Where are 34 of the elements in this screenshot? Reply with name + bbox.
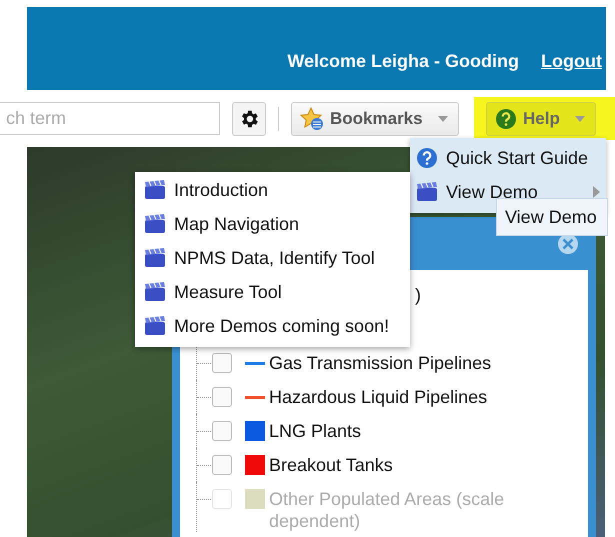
- caret-icon: [438, 116, 448, 122]
- menu-item[interactable]: Measure Tool: [135, 275, 410, 309]
- layer-label: Breakout Tanks: [269, 454, 394, 476]
- layer-checkbox[interactable]: [212, 353, 232, 373]
- layer-checkbox[interactable]: [212, 387, 232, 407]
- clapperboard-icon: [416, 182, 438, 202]
- question-icon: [416, 147, 438, 169]
- search-field[interactable]: ch term: [0, 102, 220, 135]
- layer-label: Other Populated Areas (scale dependent): [269, 488, 506, 532]
- star-icon: [300, 106, 324, 130]
- layer-label: LNG Plants: [269, 420, 362, 442]
- menu-item[interactable]: Introduction: [135, 173, 410, 207]
- layer-label: Hazardous Liquid Pipelines: [269, 386, 488, 408]
- menu-item[interactable]: Quick Start Guide: [410, 141, 606, 175]
- caret-icon: [575, 116, 585, 122]
- question-icon: [495, 108, 517, 130]
- logout-link[interactable]: Logout: [541, 51, 602, 72]
- menu-item[interactable]: Map Navigation: [135, 207, 410, 241]
- layer-checkbox[interactable]: [212, 421, 232, 441]
- menu-item[interactable]: More Demos coming soon!: [135, 309, 410, 343]
- clapperboard-icon: [144, 282, 166, 302]
- layer-label: Gas Transmission Pipelines: [269, 352, 492, 374]
- clapperboard-icon: [144, 214, 166, 234]
- clapperboard-icon: [144, 248, 166, 268]
- settings-button[interactable]: [232, 102, 266, 136]
- welcome-text: Welcome Leigha - Gooding: [287, 51, 520, 72]
- menu-item[interactable]: NPMS Data, Identify Tool: [135, 241, 410, 275]
- layer-checkbox[interactable]: [212, 455, 232, 475]
- clapperboard-icon: [144, 180, 166, 200]
- help-button[interactable]: Help: [486, 102, 596, 136]
- tooltip: View Demo: [496, 198, 608, 236]
- clapperboard-icon: [144, 316, 166, 336]
- layer-heading-text: ): [415, 285, 421, 306]
- bookmarks-button[interactable]: Bookmarks: [291, 102, 459, 136]
